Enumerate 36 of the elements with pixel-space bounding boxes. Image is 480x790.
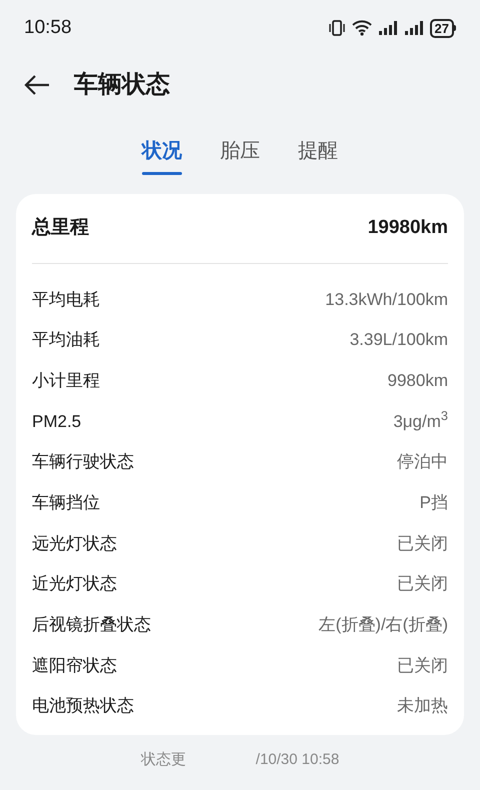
row-label: 平均油耗 [32,329,100,352]
summary-label: 总里程 [32,216,89,240]
row-label: 小计里程 [32,370,100,392]
row-value: 9980km [388,370,448,392]
row-value: 已关闭 [397,532,448,555]
vibrate-icon [328,20,346,36]
row-value: P挡 [420,492,448,514]
row-label: 遮阳帘状态 [32,654,117,677]
tab[interactable]: 状况 [142,136,182,182]
row-value: 已关闭 [397,654,448,677]
status-time: 10:58 [24,16,72,40]
row-value: 已关闭 [397,573,448,596]
row-value: 3μg/m$^{3}$ [393,408,448,433]
wifi-icon [352,20,372,36]
summary-value: 19980km [368,216,448,240]
row-label: 后视镜折叠状态 [32,614,151,636]
row-value: 左(折叠)/右(折叠) [318,614,448,636]
row-label: 远光灯状态 [32,532,117,555]
battery-indicator: 27 [430,18,456,38]
signal-icon [404,20,424,36]
row-label: 电池预热状态 [32,695,134,718]
tab[interactable]: 胎压 [220,136,260,182]
page-title: 车辆状态 [74,70,170,100]
row-label: PM2.5 [32,410,82,433]
row-value: 停泊中 [397,451,448,474]
row-label: 近光灯状态 [32,573,117,596]
update-time-text: 状态更 [140,750,186,770]
row-value: 3.39L/100km [350,329,448,352]
row-label: 车辆挡位 [32,492,100,514]
row-label: 平均电耗 [32,288,100,311]
signal-icon [378,20,398,36]
row-value: 13.3kWh/100km [325,288,448,311]
update-time-text: /10/30 10:58 [256,750,340,770]
tab[interactable]: 提醒 [298,136,338,182]
row-label: 车辆行驶状态 [32,451,134,474]
row-value: 未加热 [397,695,448,718]
